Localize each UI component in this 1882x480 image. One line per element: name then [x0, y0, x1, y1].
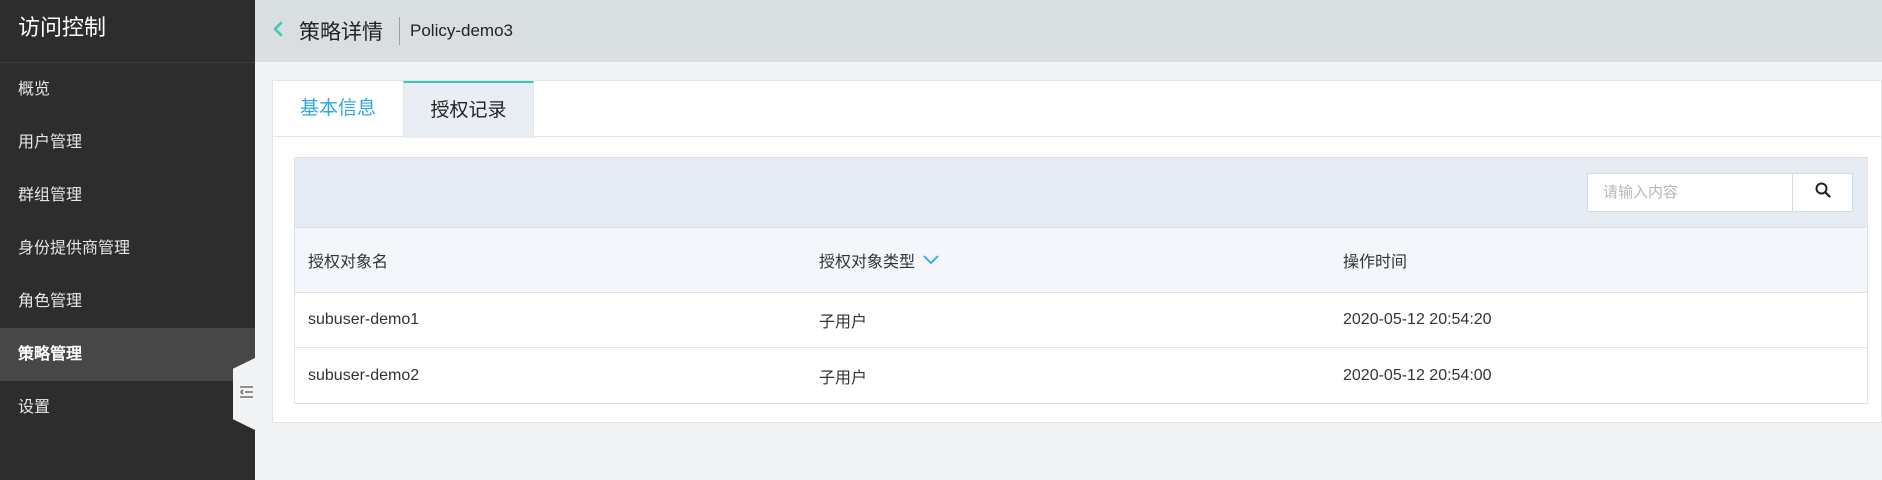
cell-name: subuser-demo2	[308, 366, 420, 384]
cell-time: 2020-05-12 20:54:20	[1343, 311, 1492, 328]
sidebar-collapse-button[interactable]	[233, 358, 255, 430]
content-card: 基本信息 授权记录 授权对象名 授权对象类型	[272, 80, 1882, 423]
search-input[interactable]	[1587, 173, 1792, 212]
header-divider	[399, 17, 400, 45]
cell-type: 子用户	[819, 369, 868, 387]
chevron-down-icon[interactable]	[923, 255, 939, 265]
cell-time: 2020-05-12 20:54:00	[1343, 366, 1492, 384]
chevron-left-icon	[273, 21, 283, 42]
column-header-name: 授权对象名	[308, 254, 389, 271]
sidebar-menu: 概览 用户管理 群组管理 身份提供商管理 角色管理 策略管理 设置	[0, 63, 255, 434]
table-header: 授权对象名 授权对象类型 操作时间	[295, 227, 1867, 293]
page-title: 策略详情	[299, 21, 383, 44]
table-row: subuser-demo2 子用户 2020-05-12 20:54:00	[295, 348, 1867, 403]
sidebar-item-groups[interactable]: 群组管理	[0, 169, 255, 222]
tab-authorization-records[interactable]: 授权记录	[403, 81, 534, 138]
sidebar-title: 访问控制	[0, 0, 255, 63]
search-button[interactable]	[1792, 173, 1853, 212]
back-button[interactable]	[273, 21, 289, 41]
sidebar-item-overview[interactable]: 概览	[0, 63, 255, 116]
sidebar-item-users[interactable]: 用户管理	[0, 116, 255, 169]
sidebar-item-identity-providers[interactable]: 身份提供商管理	[0, 222, 255, 275]
tab-bar: 基本信息 授权记录	[273, 81, 1881, 138]
table-row: subuser-demo1 子用户 2020-05-12 20:54:20	[295, 293, 1867, 348]
tab-basic-info[interactable]: 基本信息	[273, 81, 403, 137]
sidebar-item-settings[interactable]: 设置	[0, 381, 255, 434]
page-header: 策略详情 Policy-demo3	[255, 0, 1882, 62]
cell-name: subuser-demo1	[308, 311, 420, 328]
table-toolbar	[295, 158, 1867, 227]
policy-name: Policy-demo3	[410, 21, 513, 40]
sidebar: 访问控制 概览 用户管理 群组管理 身份提供商管理 角色管理 策略管理 设置	[0, 0, 255, 480]
column-header-type: 授权对象类型	[819, 248, 1343, 272]
sidebar-item-policies[interactable]: 策略管理	[0, 328, 255, 381]
column-header-type-label: 授权对象类型	[819, 254, 916, 271]
sidebar-item-roles[interactable]: 角色管理	[0, 275, 255, 328]
records-table: 授权对象名 授权对象类型 操作时间 subuser-demo1 子用户 2020…	[294, 157, 1868, 404]
search-icon	[1815, 182, 1831, 203]
column-header-time: 操作时间	[1343, 254, 1408, 271]
cell-type: 子用户	[819, 314, 868, 331]
collapse-menu-icon	[236, 385, 253, 403]
